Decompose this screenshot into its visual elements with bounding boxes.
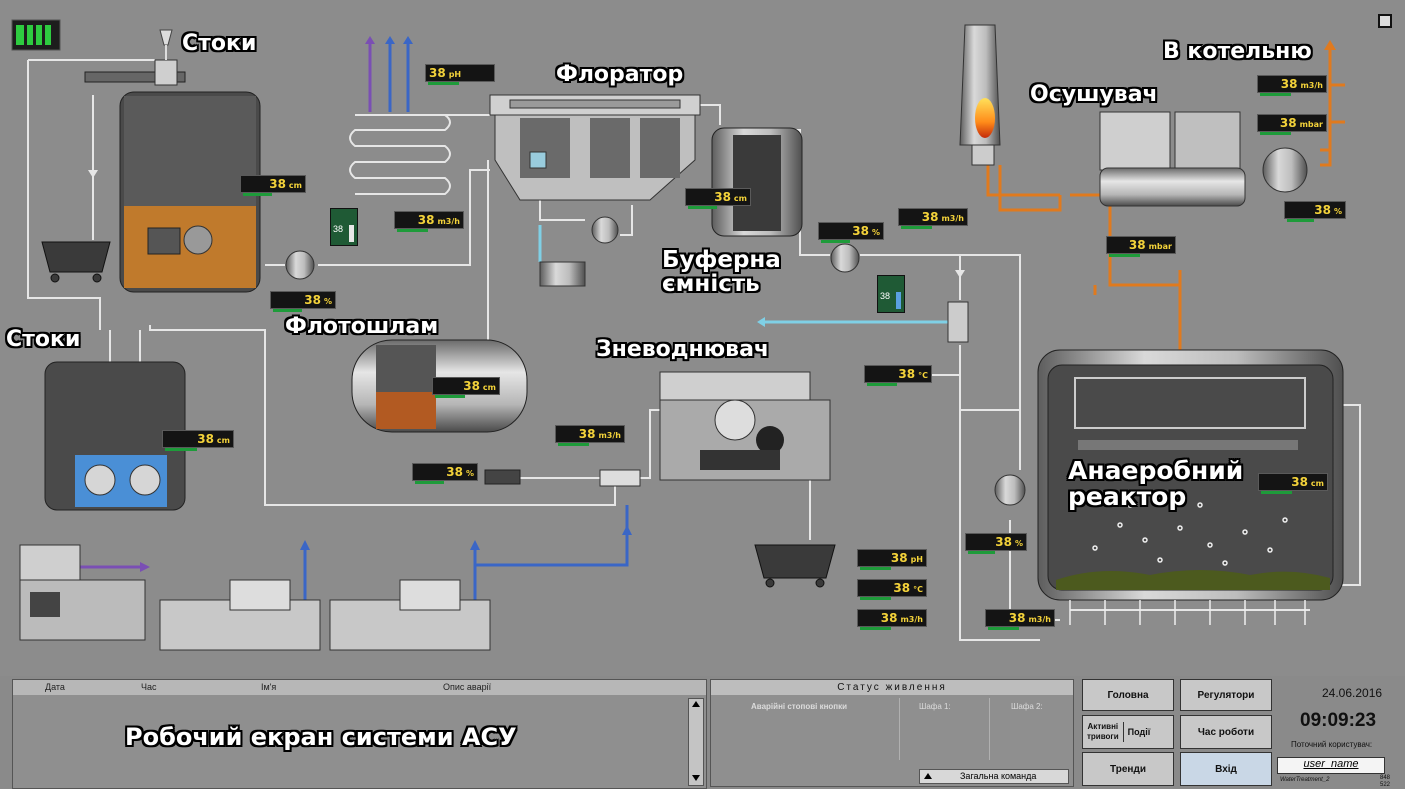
- login-button[interactable]: Вхід: [1180, 752, 1272, 786]
- exit-icon[interactable]: [1378, 14, 1392, 28]
- readout-reactor-gas-pressure[interactable]: 38 mbar: [1106, 236, 1176, 257]
- nav-active-alarms-button[interactable]: Активні тривоги: [1083, 722, 1124, 742]
- bottom-panel: Дата Час Ім'я Опис аварії Робочий екран …: [0, 676, 1405, 789]
- power-divider-1: [899, 698, 900, 760]
- screw-pump: [484, 469, 521, 485]
- label-buferna: Буферна ємність: [662, 247, 781, 298]
- label-v-kotelnyu: В котельню: [1163, 39, 1312, 64]
- power-divider-2: [989, 698, 990, 760]
- dewaterer: [659, 371, 831, 481]
- screw-conveyor-top: [84, 29, 186, 86]
- power-status-title: Статус живлення: [711, 680, 1073, 695]
- power-col-cabinet2: Шафа 2:: [1011, 702, 1043, 711]
- readout-recirc-pump-speed[interactable]: 38%: [965, 533, 1027, 554]
- alarm-scrollbar[interactable]: [688, 698, 704, 786]
- current-user-label: Поточний користувач:: [1291, 740, 1373, 749]
- current-date: 24.06.2016: [1322, 686, 1383, 700]
- readout-level-tank1[interactable]: 38 cm: [240, 175, 306, 196]
- alarm-list[interactable]: Дата Час Ім'я Опис аварії Робочий екран …: [12, 679, 707, 789]
- scroll-up-icon[interactable]: [692, 701, 700, 707]
- label-flotoshlam: Флотошлам: [285, 314, 439, 339]
- coil: [349, 114, 451, 195]
- nav-regulators-button[interactable]: Регулятори: [1180, 679, 1272, 711]
- readout-blower-speed[interactable]: 38%: [1284, 201, 1346, 222]
- alarm-list-header: Дата Час Ім'я Опис аварії: [13, 680, 706, 695]
- valve-position-1[interactable]: 38: [330, 208, 358, 246]
- readout-boiler-flow[interactable]: 38 m3/h: [1257, 75, 1327, 96]
- process-mimic: [11, 19, 1361, 651]
- alarm-col-desc[interactable]: Опис аварії: [443, 682, 491, 692]
- readout-heater-temp[interactable]: 38 °C: [864, 365, 932, 386]
- buffer-tank: [711, 127, 803, 237]
- nav-trends-button[interactable]: Тренди: [1082, 752, 1174, 786]
- current-time: 09:09:23: [1300, 710, 1377, 731]
- readout-reactor-temp[interactable]: 38 °C: [857, 579, 927, 600]
- nav-home-button[interactable]: Головна: [1082, 679, 1174, 711]
- label-stoky-left: Стоки: [6, 327, 81, 352]
- readout-reactor-ph[interactable]: 38 pH: [857, 549, 927, 570]
- heat-exchanger: [947, 301, 969, 343]
- general-command-up-icon[interactable]: [924, 773, 932, 779]
- valve-position-2-value: 38: [880, 291, 891, 301]
- readout-reactor-flow-a[interactable]: 38 m3/h: [857, 609, 927, 630]
- power-col-cabinet1: Шафа 1:: [919, 702, 951, 711]
- project-name: WaterTreatment_2: [1280, 777, 1330, 783]
- valve-position-1-value: 38: [333, 224, 344, 234]
- alarm-col-date[interactable]: Дата: [45, 682, 65, 692]
- alarm-col-time[interactable]: Час: [141, 682, 157, 692]
- corner-number-b: 522: [1380, 782, 1391, 788]
- readout-buffer-pump-speed[interactable]: 38%: [818, 222, 884, 243]
- skip-cart-1: [41, 241, 111, 283]
- user-name-field[interactable]: user_name: [1277, 757, 1385, 774]
- sewage-tank-1: [119, 91, 261, 293]
- corner-number-a: 848: [1380, 775, 1391, 781]
- readout-level-tank2[interactable]: 38 cm: [162, 430, 234, 451]
- label-reactor: Анаеробний реактор: [1068, 456, 1244, 512]
- readout-reactor-level[interactable]: 38 cm: [1258, 473, 1328, 494]
- readout-buffer-flow[interactable]: 38 m3/h: [898, 208, 968, 229]
- macerator: [599, 469, 641, 487]
- readout-reactor-flow-b[interactable]: 38 m3/h: [985, 609, 1055, 630]
- user-name-value: user_name: [1303, 758, 1359, 770]
- readout-sludge-flow[interactable]: 38 m3/h: [555, 425, 625, 446]
- power-col-estop: Аварійні стопові кнопки: [751, 702, 848, 711]
- label-florator: Флоратор: [556, 62, 684, 87]
- alarm-col-name[interactable]: Ім'я: [261, 682, 276, 692]
- readout-level-flotoshlam[interactable]: 38 cm: [432, 377, 500, 398]
- nav-events-button[interactable]: Події: [1124, 727, 1151, 737]
- blower-units: [19, 544, 491, 651]
- general-command[interactable]: Загальна команда: [919, 769, 1069, 784]
- label-osushuvach: Осушувач: [1030, 82, 1158, 107]
- readout-flow-1[interactable]: 38 m3/h: [394, 211, 464, 232]
- scroll-down-icon[interactable]: [692, 775, 700, 781]
- label-stoky-top: Стоки: [182, 31, 257, 56]
- florator-unit: [489, 94, 701, 201]
- nav-alarms-events[interactable]: Активні тривоги Події: [1082, 715, 1174, 749]
- plc-status-icon: [11, 19, 61, 51]
- readout-screw-speed[interactable]: 38%: [412, 463, 478, 484]
- screen-caption: Робочий екран системи АСУ: [125, 723, 517, 751]
- skip-cart-2: [754, 544, 836, 588]
- reactor-drain-valves: [1069, 600, 1306, 625]
- readout-pump1-speed[interactable]: 38%: [270, 291, 336, 312]
- general-command-label: Загальна команда: [960, 771, 1037, 781]
- readout-boiler-pressure[interactable]: 38 mbar: [1257, 114, 1327, 135]
- label-znevodnyuvach: Зневоднювач: [596, 337, 770, 362]
- flare-chimney: [959, 24, 1001, 166]
- nav-runtime-button[interactable]: Час роботи: [1180, 715, 1272, 749]
- readout-level-buffer[interactable]: 38 cm: [685, 188, 751, 209]
- valve-position-2[interactable]: 38: [877, 275, 905, 313]
- readout-ph-florator[interactable]: 38 pH: [425, 64, 495, 85]
- power-status-panel: Статус живлення Аварійні стопові кнопки …: [710, 679, 1074, 787]
